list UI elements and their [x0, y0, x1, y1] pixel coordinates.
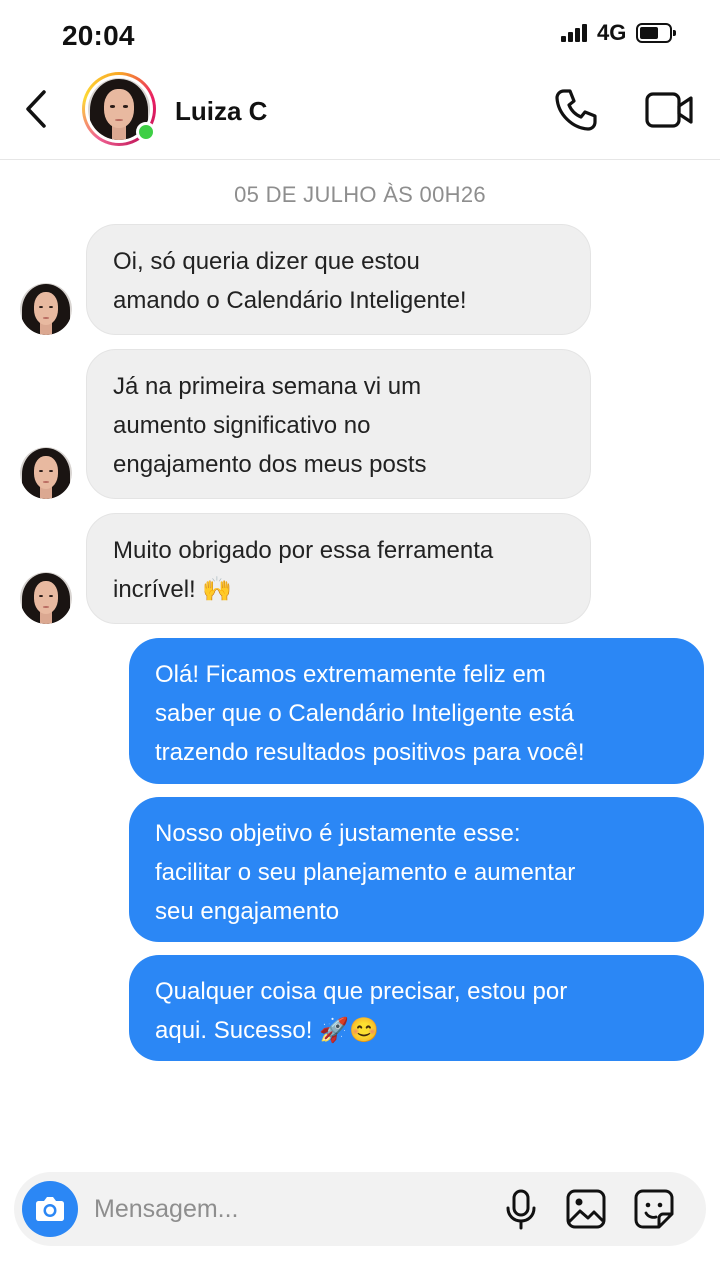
message-line: trazendo resultados positivos para você! [155, 739, 585, 766]
camera-icon[interactable] [22, 1181, 78, 1237]
message-input[interactable] [94, 1190, 484, 1228]
sticker-icon[interactable] [631, 1186, 677, 1232]
incoming-message-bubble[interactable]: Oi, só queria dizer que estou amando o C… [86, 224, 591, 335]
outgoing-message-bubble[interactable]: Qualquer coisa que precisar, estou por a… [129, 955, 704, 1061]
sender-avatar[interactable] [20, 572, 72, 624]
online-status-indicator [136, 122, 156, 142]
video-camera-icon[interactable] [644, 88, 696, 132]
message-line: Já na primeira semana vi um [113, 373, 422, 400]
incoming-message-bubble[interactable]: Muito obrigado por essa ferramenta incrí… [86, 513, 591, 624]
message-line: incrível! 🙌 [113, 576, 233, 603]
back-arrow-icon[interactable] [18, 86, 58, 132]
message-line: facilitar o seu planejamento e aumentar [155, 859, 576, 886]
message-line: Oi, só queria dizer que estou [113, 248, 420, 275]
contact-name[interactable]: Luiza C [175, 96, 267, 127]
battery-icon [636, 23, 676, 43]
image-gallery-icon[interactable] [563, 1186, 609, 1232]
message-line: engajamento dos meus posts [113, 451, 427, 478]
chat-header: Luiza C [0, 66, 720, 160]
status-time: 20:04 [62, 20, 135, 51]
message-line: aumento significativo no [113, 412, 371, 439]
message-line: aqui. Sucesso! 🚀😊 [155, 1017, 379, 1044]
sender-avatar[interactable] [20, 283, 72, 335]
message-line: saber que o Calendário Inteligente está [155, 700, 574, 727]
message-line: Nosso objetivo é justamente esse: [155, 820, 521, 847]
sender-avatar[interactable] [20, 447, 72, 499]
outgoing-message-bubble[interactable]: Nosso objetivo é justamente esse: facili… [129, 797, 704, 942]
outgoing-message-bubble[interactable]: Olá! Ficamos extremamente feliz em saber… [129, 638, 704, 784]
message-composer [14, 1172, 706, 1246]
message-line: amando o Calendário Inteligente! [113, 287, 467, 314]
network-type: 4G [597, 20, 627, 45]
conversation-date: 05 DE JULHO ÀS 00H26 [234, 182, 486, 207]
microphone-icon[interactable] [498, 1186, 544, 1232]
status-bar: 20:04 4G [0, 0, 720, 66]
message-line: Muito obrigado por essa ferramenta [113, 537, 494, 564]
signal-icon [561, 24, 589, 42]
phone-icon[interactable] [552, 86, 600, 134]
message-line: Olá! Ficamos extremamente feliz em [155, 661, 546, 688]
incoming-message-bubble[interactable]: Já na primeira semana vi um aumento sign… [86, 349, 591, 499]
message-line: Qualquer coisa que precisar, estou por [155, 978, 568, 1005]
message-line: seu engajamento [155, 898, 340, 925]
